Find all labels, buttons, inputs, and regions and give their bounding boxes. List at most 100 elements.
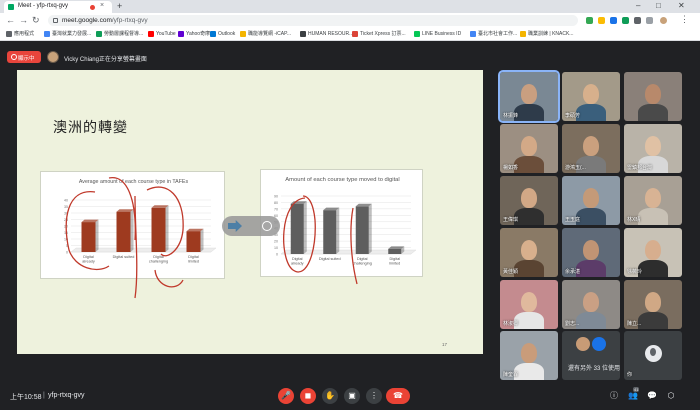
presenting-button[interactable]: 顯示中 (7, 51, 41, 63)
bookmark-label: 勞動層課程督導... (104, 31, 144, 37)
participant-video-face (521, 136, 537, 156)
participant-name: 李碩芳 (565, 113, 581, 119)
extension-icon[interactable] (622, 17, 629, 24)
reload-icon[interactable]: ↻ (32, 15, 40, 25)
participant-tile[interactable]: 黃佳穎 (500, 228, 558, 277)
participant-video-face (583, 188, 599, 208)
self-view-tile[interactable]: 你 (624, 331, 682, 380)
participant-name: 雷鎮邦台灣 (627, 165, 653, 171)
bookmark-item[interactable]: Outlook (210, 30, 235, 38)
participant-video-body (514, 312, 544, 329)
annotation-arrow-toolbar[interactable] (222, 216, 280, 236)
participant-video-body (638, 104, 668, 121)
presenting-label: 顯示中 (18, 56, 35, 62)
bookmark-item[interactable]: Yahoo奇摩 (178, 30, 210, 38)
participant-tile[interactable]: 楊如香 (500, 124, 558, 173)
camera-off-icon[interactable]: ◼ (300, 388, 316, 404)
meet-favicon-icon (8, 4, 14, 10)
forward-icon[interactable]: → (19, 15, 28, 25)
leave-call-icon[interactable]: ☎ (386, 388, 410, 404)
participant-tile[interactable]: 林振鋒 (498, 70, 560, 123)
bookmark-item[interactable]: HUMAN RESOUR... (300, 30, 353, 38)
bookmark-label: 職能導覽網 -iCAP... (248, 31, 291, 37)
participant-video-face (521, 84, 537, 104)
bookmark-item[interactable]: 應用程式 (6, 30, 34, 38)
puzzle-icon[interactable] (634, 17, 641, 24)
bookmark-favicon-icon (6, 31, 12, 37)
activities-icon[interactable]: ⬡ (665, 390, 677, 402)
participant-video-body (576, 312, 606, 329)
participant-name: 余承湛 (565, 269, 581, 275)
participant-count-badge: 41 (633, 387, 640, 392)
close-window-icon[interactable]: ✕ (678, 1, 685, 10)
shared-screen-slide: 澳洲的轉變 Average amount of each course type… (17, 70, 483, 354)
bookmark-item[interactable]: Ticket Xpress 訂票... (352, 30, 406, 38)
bookmarks-bar: 應用程式 臺灣就業力發展... 勞動層課程督導... YouTube Yahoo奇摩 Ou… (0, 28, 700, 41)
participant-video-body (638, 208, 668, 225)
participant-tile[interactable]: 雷鎮邦台灣 (624, 124, 682, 173)
circle-tool-icon[interactable] (262, 221, 272, 231)
participant-video-face (645, 292, 661, 312)
participant-tile[interactable]: 林X晴 (624, 176, 682, 225)
present-now-icon[interactable]: ▣ (344, 388, 360, 404)
participant-tile[interactable]: 徐薇玲 (624, 228, 682, 277)
bookmark-label: LINE Business ID (422, 31, 462, 37)
participant-tile[interactable]: 余承湛 (562, 228, 620, 277)
participant-video-face (645, 240, 661, 260)
participant-tile[interactable]: 游鴻玉(... (562, 124, 620, 173)
chrome-menu-icon[interactable]: ⋮ (680, 14, 689, 24)
bookmark-favicon-icon (44, 31, 50, 37)
self-label: 你 (627, 372, 633, 378)
participant-name: 楊如香 (503, 165, 519, 171)
annotation-ink (65, 177, 358, 299)
bookmark-label: 職業訓練 | KNACK... (528, 31, 574, 37)
reading-list-icon[interactable] (646, 17, 653, 24)
extension-icon[interactable] (586, 17, 593, 24)
participant-name: 徐薇玲 (627, 269, 643, 275)
participant-tile[interactable]: 林淑卿 (500, 280, 558, 329)
chat-icon[interactable]: 💬 (646, 390, 658, 402)
bookmark-favicon-icon (470, 31, 476, 37)
participant-tile[interactable]: 王偉琪 (500, 176, 558, 225)
participant-tile[interactable]: 李碩芳 (562, 72, 620, 121)
participant-name: 林振鋒 (503, 113, 519, 119)
browser-tab-meet[interactable]: Meet - yfp-rtxq-gvy × (4, 1, 112, 13)
bookmark-item[interactable]: 職業訓練 | KNACK... (520, 30, 573, 38)
bookmark-item[interactable]: 臺北市社會工作... (470, 30, 517, 38)
participant-tile[interactable]: 陳立... (624, 280, 682, 329)
slide-page-number: 17 (441, 342, 447, 347)
bookmark-label: Yahoo奇摩 (186, 31, 211, 37)
other-participants-tile[interactable]: 還有另外 33 位使用者 (562, 331, 620, 380)
bookmark-item[interactable]: 職能導覽網 -iCAP... (240, 30, 291, 38)
participant-tile[interactable] (624, 72, 682, 121)
extension-icon[interactable] (598, 17, 605, 24)
bookmark-favicon-icon (300, 31, 306, 37)
raise-hand-icon[interactable]: ✋ (322, 388, 338, 404)
bookmark-favicon-icon (240, 31, 246, 37)
participant-name: 陳立... (627, 321, 642, 327)
mic-off-icon[interactable]: 🎤 (278, 388, 294, 404)
participant-video-face (521, 343, 537, 363)
tab-close-icon[interactable]: × (100, 2, 104, 9)
maximize-icon[interactable]: □ (656, 1, 661, 10)
participant-name: 劉志... (565, 321, 580, 327)
bookmark-item[interactable]: 臺灣就業力發展... (44, 30, 91, 38)
participant-tile[interactable]: 王玉庭 (562, 176, 620, 225)
meeting-info-icon[interactable]: ⓘ (608, 390, 620, 402)
bookmark-item[interactable]: LINE Business ID (414, 30, 461, 38)
bookmark-item[interactable]: 勞動層課程督導... (96, 30, 143, 38)
participant-video-face (583, 292, 599, 312)
back-icon[interactable]: ← (6, 15, 15, 25)
more-options-icon[interactable]: ⋮ (366, 388, 382, 404)
bookmark-favicon-icon (178, 31, 184, 37)
bookmark-item[interactable]: YouTube (148, 30, 176, 38)
minimize-icon[interactable]: – (636, 1, 640, 10)
url-field[interactable]: meet.google.com/yfp-rtxq-gvy (48, 15, 578, 26)
participant-tile[interactable]: 陳奎霖 (500, 331, 558, 380)
new-tab-button[interactable]: + (117, 1, 122, 11)
participant-tile[interactable]: 劉志... (562, 280, 620, 329)
profile-avatar-icon[interactable] (660, 17, 667, 24)
extension-icon[interactable] (610, 17, 617, 24)
participant-video-face (583, 136, 599, 156)
participant-video-face (645, 136, 661, 156)
